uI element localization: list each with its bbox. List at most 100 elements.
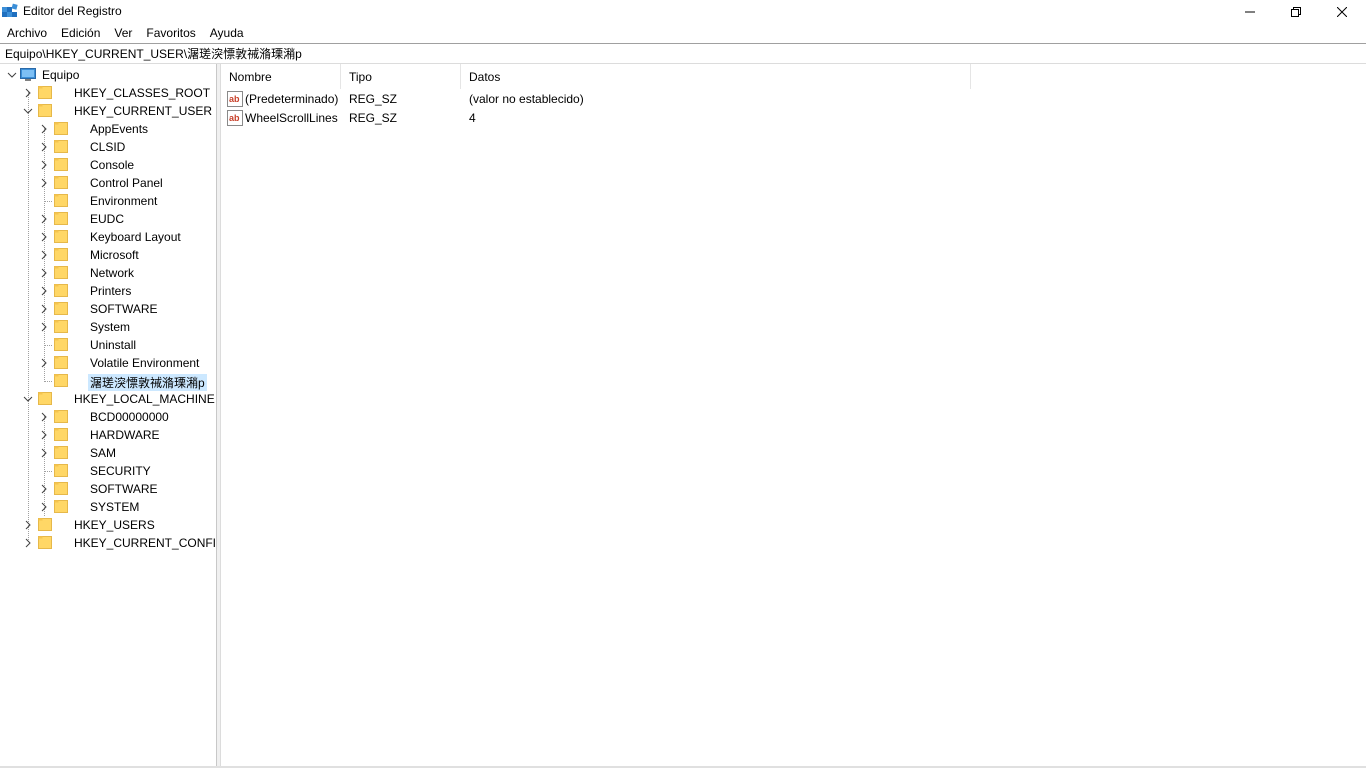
tree-item-label: 潳瑳湥慓敦祴潃瑮潲p <box>88 374 207 391</box>
chevron-right-icon[interactable] <box>38 123 50 135</box>
tree-item-label: SAM <box>90 446 117 460</box>
tree-item-hklm-child[interactable]: SAM <box>0 444 215 462</box>
tree-item-label: HKEY_CURRENT_USER <box>74 104 213 118</box>
chevron-right-icon[interactable] <box>38 447 50 459</box>
chevron-right-icon[interactable] <box>38 231 50 243</box>
tree-item-label: Equipo <box>42 68 80 82</box>
tree-item-hkcu-child[interactable]: Printers <box>0 282 215 300</box>
folder-icon <box>54 176 68 189</box>
chevron-right-icon[interactable] <box>38 429 50 441</box>
tree-item-hklm-child[interactable]: SECURITY <box>0 462 215 480</box>
value-type: REG_SZ <box>349 92 398 106</box>
tree-item-label: SECURITY <box>90 464 151 478</box>
restore-button[interactable] <box>1273 0 1319 23</box>
minimize-button[interactable] <box>1227 0 1273 23</box>
chevron-right-icon[interactable] <box>38 267 50 279</box>
chevron-right-icon[interactable] <box>22 537 34 549</box>
chevron-right-icon[interactable] <box>38 141 50 153</box>
folder-icon <box>54 140 68 153</box>
tree-item-label: Keyboard Layout <box>90 230 181 244</box>
tree-item-hkcu-child[interactable]: SOFTWARE <box>0 300 215 318</box>
tree-item-equipo[interactable]: Equipo <box>0 66 215 84</box>
menu-ayuda[interactable]: Ayuda <box>203 23 251 43</box>
chevron-down-icon[interactable] <box>22 393 34 405</box>
chevron-right-icon[interactable] <box>38 213 50 225</box>
column-header-tipo[interactable]: Tipo <box>341 64 461 89</box>
chevron-right-icon[interactable] <box>22 87 34 99</box>
chevron-right-icon[interactable] <box>38 411 50 423</box>
tree-guide-line <box>44 381 52 382</box>
folder-icon <box>54 374 68 387</box>
tree-item-hkey-local-machine[interactable]: HKEY_LOCAL_MACHINE <box>0 390 215 408</box>
tree-item-hkey-current-user[interactable]: HKEY_CURRENT_USER <box>0 102 215 120</box>
chevron-right-icon[interactable] <box>22 519 34 531</box>
folder-icon <box>38 536 52 549</box>
tree-item-label: AppEvents <box>90 122 149 136</box>
tree-item-hkcu-child[interactable]: Microsoft <box>0 246 215 264</box>
folder-icon <box>54 158 68 171</box>
tree-item-hklm-child[interactable]: HARDWARE <box>0 426 215 444</box>
tree-item-hkey-users[interactable]: HKEY_USERS <box>0 516 215 534</box>
chevron-right-icon[interactable] <box>38 249 50 261</box>
tree-item-hkcu-child[interactable]: EUDC <box>0 210 215 228</box>
tree-item-hklm-child[interactable]: BCD00000000 <box>0 408 215 426</box>
regedit-icon <box>2 3 18 19</box>
tree-guide-line <box>44 345 52 346</box>
svg-text:ab: ab <box>229 94 240 104</box>
tree-item-hkcu-child[interactable]: Volatile Environment <box>0 354 215 372</box>
tree-item-hkcu-child[interactable]: Control Panel <box>0 174 215 192</box>
folder-icon <box>54 248 68 261</box>
close-button[interactable] <box>1319 0 1365 23</box>
folder-icon <box>54 230 68 243</box>
tree-item-hkcu-child[interactable]: Network <box>0 264 215 282</box>
chevron-right-icon[interactable] <box>38 303 50 315</box>
chevron-right-icon[interactable] <box>38 285 50 297</box>
close-icon <box>1337 6 1347 17</box>
tree-item-hkey-current-config[interactable]: HKEY_CURRENT_CONFIG <box>0 534 216 552</box>
chevron-down-icon[interactable] <box>22 105 34 117</box>
tree-item-label: EUDC <box>90 212 125 226</box>
menu-bar: Archivo Edición Ver Favoritos Ayuda <box>0 23 1366 43</box>
tree-item-hkcu-child[interactable]: CLSID <box>0 138 215 156</box>
menu-ver[interactable]: Ver <box>107 23 139 43</box>
tree-item-label: Uninstall <box>90 338 137 352</box>
tree-item-hkcu-child[interactable]: 潳瑳湥慓敦祴潃瑮潲p <box>0 372 215 391</box>
value-name: (Predeterminado) <box>245 92 339 106</box>
chevron-right-icon[interactable] <box>38 321 50 333</box>
menu-favoritos[interactable]: Favoritos <box>139 23 202 43</box>
tree-item-hkcu-child[interactable]: Uninstall <box>0 336 215 354</box>
tree-item-label: HKEY_USERS <box>74 518 155 532</box>
tree-item-hkcu-child[interactable]: Console <box>0 156 215 174</box>
folder-icon <box>54 284 68 297</box>
tree-item-hkcu-child[interactable]: Environment <box>0 192 215 210</box>
menu-edicion[interactable]: Edición <box>54 23 107 43</box>
chevron-right-icon[interactable] <box>38 501 50 513</box>
chevron-right-icon[interactable] <box>38 357 50 369</box>
chevron-down-icon[interactable] <box>6 69 18 81</box>
tree-item-hklm-child[interactable]: SYSTEM <box>0 498 215 516</box>
chevron-right-icon[interactable] <box>38 177 50 189</box>
menu-archivo[interactable]: Archivo <box>0 23 54 43</box>
value-data: (valor no establecido) <box>469 92 584 106</box>
tree-item-hkcu-child[interactable]: Keyboard Layout <box>0 228 215 246</box>
tree-pane[interactable]: Equipo HKEY_CLASSES_ROOT HKEY_CURRENT_USER… <box>0 64 217 768</box>
chevron-right-icon[interactable] <box>38 159 50 171</box>
address-input[interactable] <box>2 44 1362 63</box>
values-list[interactable]: Nombre Tipo Datos ab (Predeterminado) RE… <box>220 64 1366 768</box>
tree-item-hkcu-child[interactable]: System <box>0 318 215 336</box>
list-row[interactable]: ab (Predeterminado) REG_SZ (valor no est… <box>221 90 1366 109</box>
tree-item-label: HKEY_CLASSES_ROOT <box>74 86 211 100</box>
tree-item-hkey-classes-root[interactable]: HKEY_CLASSES_ROOT <box>0 84 215 102</box>
tree-item-hkcu-child[interactable]: AppEvents <box>0 120 215 138</box>
folder-icon <box>38 518 52 531</box>
folder-icon <box>54 122 68 135</box>
tree-item-hklm-child[interactable]: SOFTWARE <box>0 480 215 498</box>
column-header-nombre[interactable]: Nombre <box>221 64 341 89</box>
tree-guide-line <box>44 201 52 202</box>
value-type: REG_SZ <box>349 111 398 125</box>
chevron-right-icon[interactable] <box>38 483 50 495</box>
list-row[interactable]: ab WheelScrollLines REG_SZ 4 <box>221 109 1366 128</box>
value-name: WheelScrollLines <box>245 111 338 125</box>
tree-item-label: Control Panel <box>90 176 163 190</box>
column-header-datos[interactable]: Datos <box>461 64 971 89</box>
